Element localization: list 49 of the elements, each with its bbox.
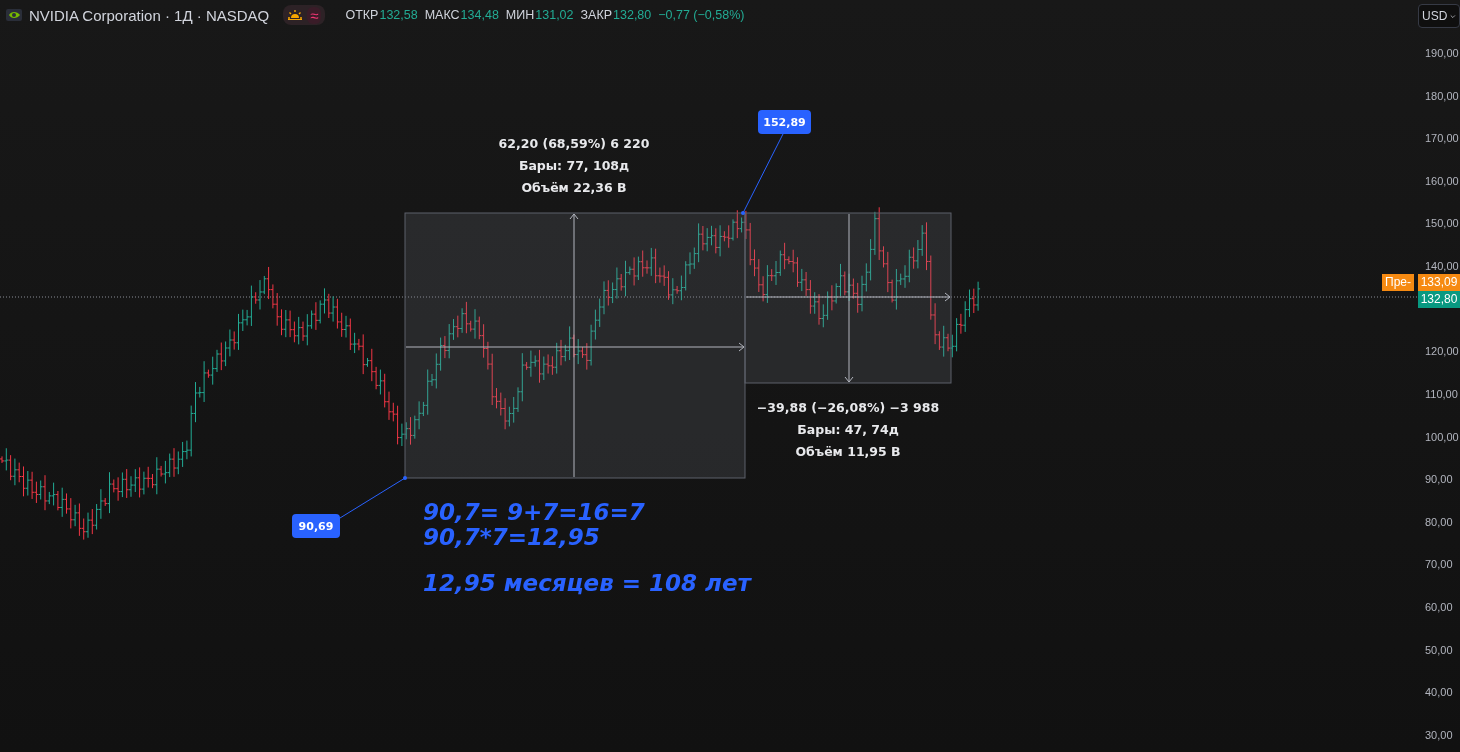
price-callout: 90,69 (292, 514, 340, 538)
axis-label: 190,00 (1425, 46, 1459, 59)
session-badge[interactable]: ≈ (283, 5, 326, 25)
price-change: −0,77 (−0,58%) (658, 8, 745, 22)
axis-label: 180,00 (1425, 89, 1459, 102)
measure-label: 62,20 (68,59%) 6 220 (498, 135, 650, 151)
axis-label: 150,00 (1425, 217, 1459, 230)
axis-label: 50,00 (1425, 643, 1453, 656)
chevron-icon (1450, 13, 1456, 19)
ohlc-value: 132,58 (379, 8, 418, 22)
price-callout: 152,89 (758, 110, 811, 134)
anchor-point (403, 476, 407, 480)
currency-button[interactable]: USD (1418, 4, 1460, 28)
sun-icon (287, 9, 304, 21)
session-sign: ≈ (307, 6, 322, 24)
measure-label: Бары: 47, 74д (797, 421, 899, 437)
leader-line (339, 477, 406, 519)
axis-label: 90,00 (1425, 473, 1453, 486)
measure-label: −39,88 (−26,08%) −3 988 (756, 399, 940, 415)
price-tag: Пре- (1382, 274, 1414, 291)
note-text: 90,7= 9+7=16=7 (423, 500, 646, 525)
ohlc-value: 132,80 (613, 8, 652, 22)
ohlc-label: ОТКР (345, 8, 379, 22)
axis-label: 100,00 (1425, 430, 1459, 443)
axis-label: 60,00 (1425, 601, 1453, 614)
logo-icon (6, 9, 22, 21)
axis-label: 160,00 (1425, 174, 1459, 187)
ohlc-value: 134,48 (460, 8, 499, 22)
measure-label: Объём 22,36 B (521, 179, 627, 195)
price-tag: 132,80 (1418, 291, 1460, 308)
note-text: 12,95 месяцев = 108 лет (423, 571, 751, 596)
note-text: 90,7*7=12,95 (423, 525, 601, 550)
axis-label: 40,00 (1425, 686, 1453, 699)
measure-label: Бары: 77, 108д (518, 157, 630, 173)
symbol-title[interactable]: NVIDIA Corporation · 1Д · NASDAQ (29, 6, 270, 24)
axis-label: 80,00 (1425, 515, 1453, 528)
anchor-point (741, 211, 745, 215)
ohlc-label: МИН (505, 8, 535, 22)
measure-label: Объём 11,95 B (795, 443, 901, 459)
axis-label: 120,00 (1425, 345, 1459, 358)
ohlc-label: ЗАКР (580, 8, 613, 22)
axis-label: 70,00 (1425, 558, 1453, 571)
axis-label: 170,00 (1425, 132, 1459, 145)
axis-label: 140,00 (1425, 260, 1459, 273)
price-tag: 133,09 (1418, 274, 1460, 291)
ohlc-label: МАКС (424, 8, 460, 22)
ohlc-value: 131,02 (535, 8, 574, 22)
axis-label: 110,00 (1425, 387, 1458, 400)
axis-label: 30,00 (1425, 728, 1453, 741)
